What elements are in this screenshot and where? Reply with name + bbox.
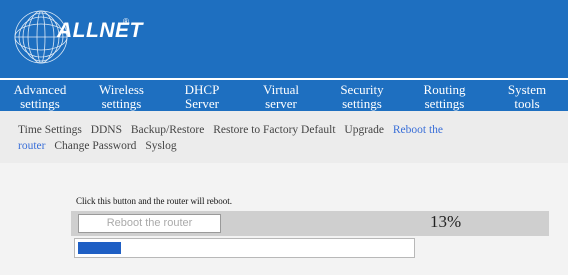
subnav-ddns[interactable]: DDNS <box>91 124 122 136</box>
nav-routing-settings[interactable]: Routing settings <box>403 80 486 111</box>
nav-label-line2: settings <box>20 96 60 111</box>
subnav-restore-factory-default[interactable]: Restore to Factory Default <box>213 124 335 136</box>
registered-mark: ® <box>123 17 129 26</box>
subnav-syslog[interactable]: Syslog <box>145 140 176 152</box>
subnav-reboot-router-cont[interactable]: router <box>18 140 45 152</box>
subnav-reboot-router[interactable]: Reboot the <box>393 124 443 136</box>
nav-label-line1: Routing <box>423 82 466 97</box>
allnet-logo: ALLNET ® <box>13 9 142 65</box>
nav-label-line1: DHCP <box>184 82 220 97</box>
nav-label-line1: Security <box>340 82 384 97</box>
progress-bar <box>74 238 415 258</box>
nav-security-settings[interactable]: Security settings <box>321 80 403 111</box>
nav-label-line1: Advanced <box>13 82 67 97</box>
sub-nav: Time Settings DDNS Backup/Restore Restor… <box>0 111 568 163</box>
nav-virtual-server[interactable]: Virtual server <box>241 80 321 111</box>
logo-text: ALLNET <box>57 19 143 42</box>
nav-label-line2: settings <box>101 96 142 111</box>
nav-label-line1: Virtual <box>262 82 300 97</box>
subnav-time-settings[interactable]: Time Settings <box>18 124 82 136</box>
nav-advanced-settings[interactable]: Advanced settings <box>0 80 80 111</box>
subnav-upgrade[interactable]: Upgrade <box>344 124 384 136</box>
reboot-button[interactable]: Reboot the router <box>78 214 221 233</box>
nav-label-line2: Server <box>185 96 219 111</box>
nav-label-line1: System <box>507 82 547 97</box>
nav-label-line2: settings <box>342 96 382 111</box>
nav-label-line1: Wireless <box>99 82 144 97</box>
main-nav: Advanced settings Wireless settings DHCP… <box>0 78 568 120</box>
nav-system-tools[interactable]: System tools <box>486 80 568 120</box>
nav-label-line2: tools <box>514 96 540 111</box>
nav-dhcp-server[interactable]: DHCP Server <box>163 80 241 111</box>
progress-percent: 13% <box>430 212 462 231</box>
nav-label-line2: server <box>265 96 297 111</box>
progress-fill <box>78 242 121 254</box>
nav-label-line2: settings <box>424 96 465 111</box>
reboot-instruction: Click this button and the router will re… <box>76 196 232 206</box>
header-banner: ALLNET ® <box>0 0 568 78</box>
subnav-change-password[interactable]: Change Password <box>54 140 136 152</box>
nav-wireless-settings[interactable]: Wireless settings <box>80 80 163 111</box>
subnav-backup-restore[interactable]: Backup/Restore <box>131 124 204 136</box>
